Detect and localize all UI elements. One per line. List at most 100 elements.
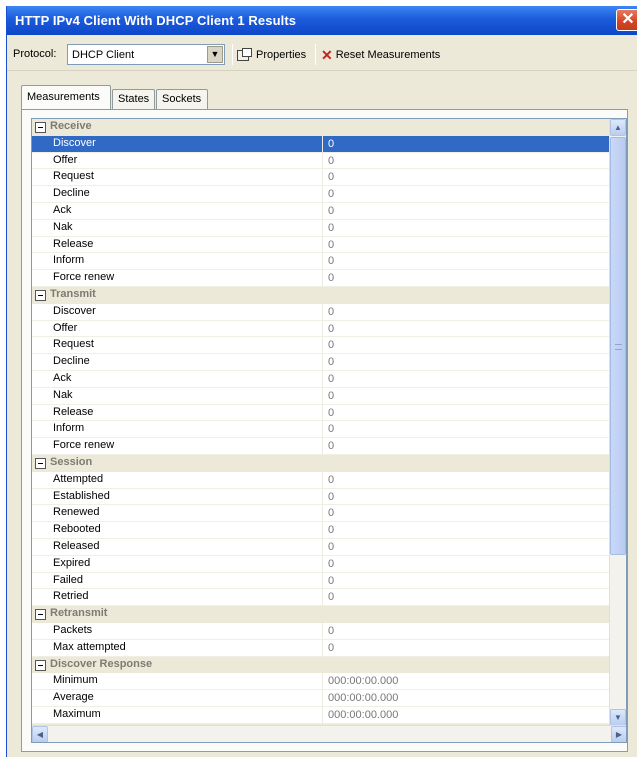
scroll-down-button[interactable]: ▼ bbox=[610, 709, 626, 726]
measurement-value: 0 bbox=[328, 372, 335, 385]
toolbar: Protocol: DHCP Client ▼ Properties ✕ Res… bbox=[7, 35, 637, 71]
protocol-value: DHCP Client bbox=[72, 49, 135, 61]
measurement-row[interactable]: Force renew 0 bbox=[32, 438, 611, 455]
properties-button[interactable]: Properties bbox=[237, 46, 306, 64]
group-header[interactable]: Receive bbox=[32, 119, 611, 136]
measurement-row[interactable]: Inform 0 bbox=[32, 253, 611, 271]
collapse-icon[interactable] bbox=[35, 609, 46, 621]
window-title: HTTP IPv4 Client With DHCP Client 1 Resu… bbox=[15, 13, 297, 28]
tab-states[interactable]: States bbox=[112, 89, 155, 109]
protocol-select[interactable]: DHCP Client ▼ bbox=[67, 44, 225, 65]
collapse-icon[interactable] bbox=[35, 457, 46, 469]
measurement-name: Retried bbox=[53, 590, 89, 603]
measurement-row[interactable]: Offer 0 bbox=[32, 320, 611, 338]
measurement-row[interactable]: Average 000:00:00.000 bbox=[32, 690, 611, 707]
measurement-name: Offer bbox=[53, 153, 78, 166]
measurement-row[interactable]: Request 0 bbox=[32, 169, 611, 187]
close-button[interactable]: ✕ bbox=[616, 9, 637, 31]
measurement-row[interactable]: Nak 0 bbox=[32, 219, 611, 237]
measurement-row[interactable]: Discover 0 bbox=[32, 303, 611, 321]
measurement-value: 0 bbox=[328, 557, 335, 570]
measurement-value: 0 bbox=[328, 507, 335, 520]
measurement-row[interactable]: Minimum 000:00:00.000 bbox=[32, 673, 611, 691]
measurement-value: 0 bbox=[328, 624, 335, 637]
measurement-name: Released bbox=[53, 539, 100, 552]
measurement-row[interactable]: Released 0 bbox=[32, 538, 611, 556]
toolbar-divider bbox=[315, 44, 316, 65]
measurements-grid: Receive Discover 0 Offer 0 Request 0 Decline 0 Ac… bbox=[31, 118, 627, 743]
vertical-scrollbar[interactable]: ▲ ▼ bbox=[609, 119, 626, 726]
measurement-value: 0 bbox=[328, 171, 335, 184]
properties-icon bbox=[237, 48, 253, 62]
measurement-value: 0 bbox=[328, 406, 335, 419]
measurement-name: Ack bbox=[53, 203, 72, 216]
measurement-row[interactable]: Packets 0 bbox=[32, 622, 611, 640]
collapse-icon[interactable] bbox=[35, 289, 46, 301]
measurement-row[interactable]: Offer 0 bbox=[32, 152, 611, 170]
measurement-row[interactable]: Force renew 0 bbox=[32, 270, 611, 287]
measurement-name: Average bbox=[53, 691, 94, 704]
properties-label: Properties bbox=[256, 49, 307, 61]
measurement-value: 0 bbox=[328, 524, 335, 537]
measurement-row[interactable]: Ack 0 bbox=[32, 370, 611, 388]
measurement-value: 0 bbox=[328, 389, 335, 402]
measurement-row[interactable]: Decline 0 bbox=[32, 354, 611, 371]
group-header[interactable]: Retransmit bbox=[32, 606, 611, 623]
measurement-value: 0 bbox=[328, 440, 335, 453]
measurement-name: Ack bbox=[53, 371, 72, 384]
title-bar[interactable]: HTTP IPv4 Client With DHCP Client 1 Resu… bbox=[7, 6, 637, 35]
scroll-left-button[interactable]: ◀ bbox=[32, 726, 48, 742]
measurement-row[interactable]: Request 0 bbox=[32, 337, 611, 355]
group-header[interactable]: Session bbox=[32, 454, 611, 472]
measurement-value: 0 bbox=[328, 221, 335, 234]
measurement-row[interactable]: Inform 0 bbox=[32, 421, 611, 439]
measurement-name: Inform bbox=[53, 254, 85, 267]
measurement-name: Max attempted bbox=[53, 640, 126, 653]
grid-rows: Receive Discover 0 Offer 0 Request 0 Decline 0 Ac… bbox=[32, 119, 611, 734]
measurement-row[interactable]: Discover 0 bbox=[32, 135, 611, 153]
measurement-row[interactable]: Release 0 bbox=[32, 236, 611, 254]
scroll-up-button[interactable]: ▲ bbox=[610, 119, 626, 136]
measurement-row[interactable]: Renewed 0 bbox=[32, 505, 611, 523]
measurement-name: Renewed bbox=[53, 506, 100, 519]
reset-measurements-button[interactable]: ✕ Reset Measurements bbox=[321, 46, 440, 64]
measurements-panel: Receive Discover 0 Offer 0 Request 0 Decline 0 Ac… bbox=[21, 109, 628, 752]
measurement-row[interactable]: Decline 0 bbox=[32, 186, 611, 203]
measurement-name: Discover bbox=[53, 304, 96, 317]
measurement-value: 0 bbox=[328, 490, 335, 503]
scroll-right-button[interactable]: ▶ bbox=[611, 726, 626, 742]
group-header[interactable]: Transmit bbox=[32, 286, 611, 304]
tab-measurements[interactable]: Measurements bbox=[21, 85, 111, 110]
measurement-name: Discover bbox=[53, 136, 96, 149]
horizontal-scrollbar[interactable]: ◀ ▶ bbox=[32, 725, 626, 742]
measurement-row[interactable]: Expired 0 bbox=[32, 555, 611, 573]
measurement-row[interactable]: Nak 0 bbox=[32, 387, 611, 405]
collapse-icon[interactable] bbox=[35, 659, 46, 671]
measurement-row[interactable]: Failed 0 bbox=[32, 572, 611, 590]
tab-sockets[interactable]: Sockets bbox=[156, 89, 208, 109]
results-window: HTTP IPv4 Client With DHCP Client 1 Resu… bbox=[6, 6, 637, 757]
group-title: Transmit bbox=[50, 287, 96, 300]
measurement-row[interactable]: Established 0 bbox=[32, 488, 611, 506]
tab-label: Sockets bbox=[162, 93, 202, 105]
scroll-thumb[interactable] bbox=[610, 137, 626, 555]
measurement-name: Failed bbox=[53, 573, 83, 586]
measurement-name: Decline bbox=[53, 187, 90, 200]
measurement-row[interactable]: Max attempted 0 bbox=[32, 639, 611, 657]
group-header[interactable]: Discover Response bbox=[32, 656, 611, 674]
measurement-row[interactable]: Ack 0 bbox=[32, 202, 611, 220]
measurement-row[interactable]: Maximum 000:00:00.000 bbox=[32, 706, 611, 724]
measurement-row[interactable]: Rebooted 0 bbox=[32, 522, 611, 539]
measurement-value: 0 bbox=[328, 356, 335, 369]
measurement-row[interactable]: Attempted 0 bbox=[32, 471, 611, 489]
measurement-value: 0 bbox=[328, 188, 335, 201]
chevron-down-icon[interactable]: ▼ bbox=[207, 46, 223, 63]
measurement-value: 0 bbox=[328, 423, 335, 436]
measurement-value: 0 bbox=[328, 591, 335, 604]
collapse-icon[interactable] bbox=[35, 122, 46, 133]
measurement-name: Inform bbox=[53, 422, 85, 435]
measurement-row[interactable]: Retried 0 bbox=[32, 589, 611, 607]
measurement-row[interactable]: Release 0 bbox=[32, 404, 611, 422]
measurement-value: 0 bbox=[328, 305, 335, 318]
measurement-value: 000:00:00.000 bbox=[328, 708, 399, 721]
